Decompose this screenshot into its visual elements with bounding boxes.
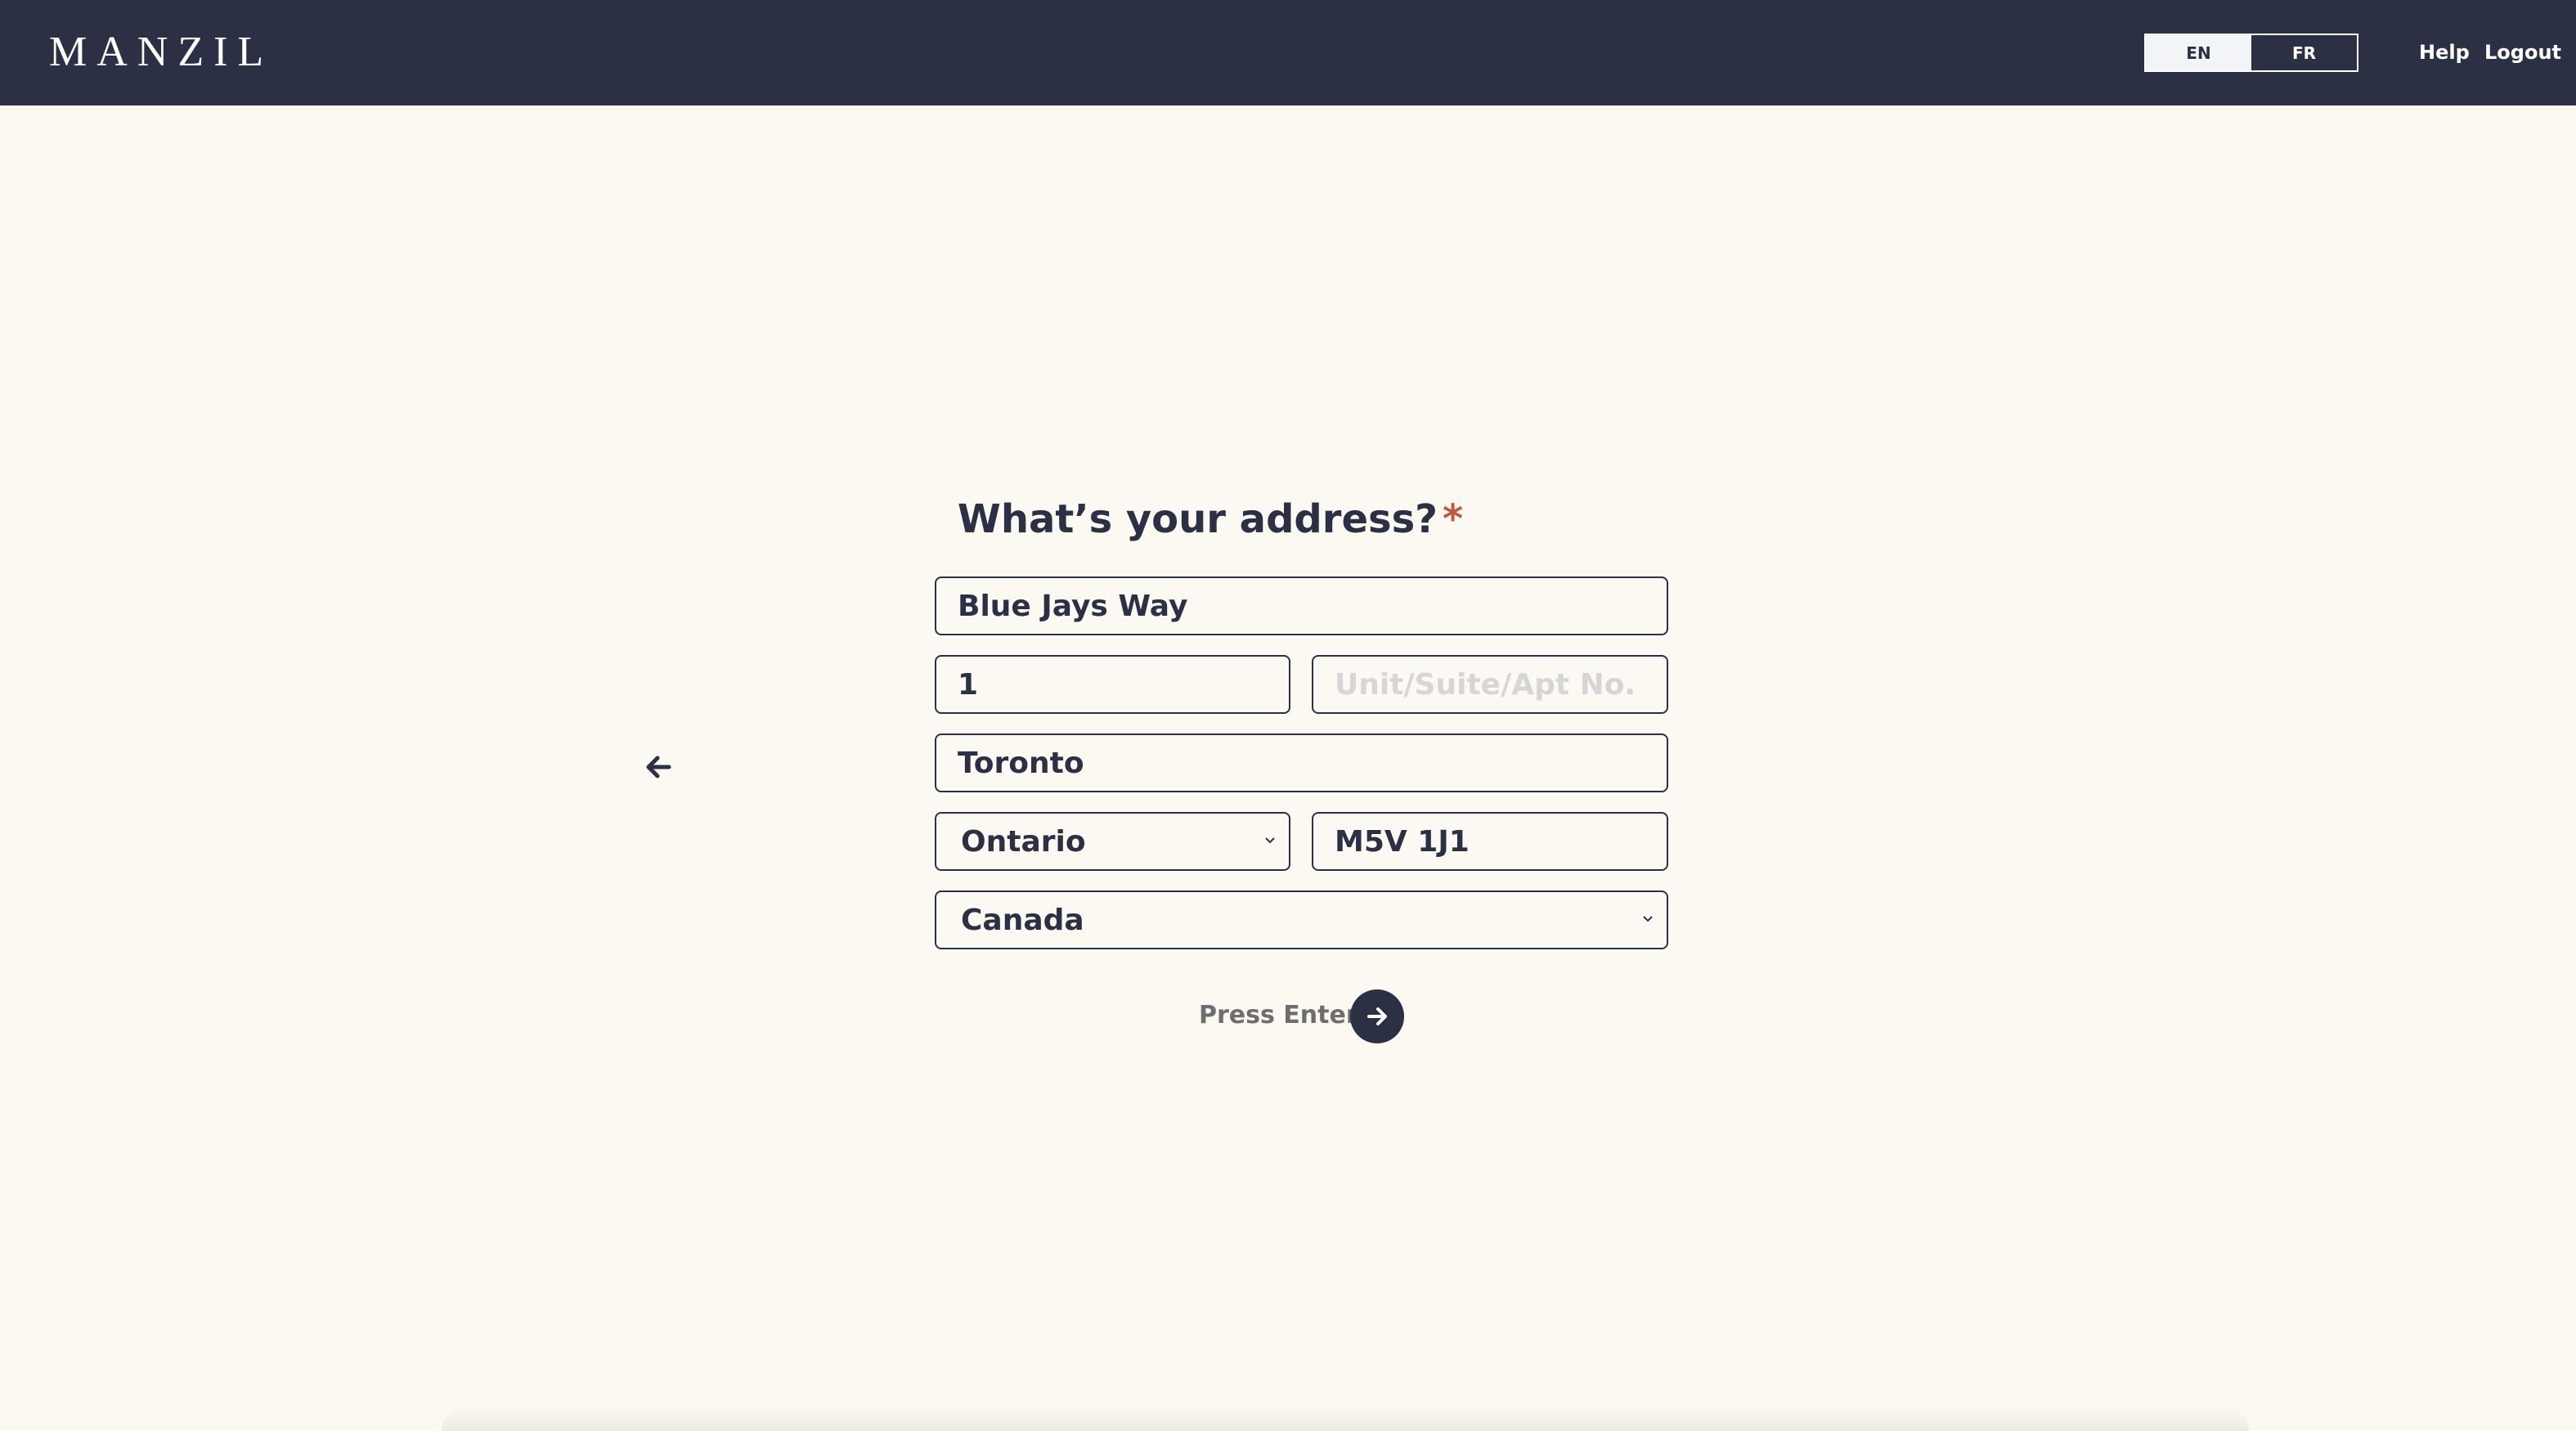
bottom-panel-shadow (442, 1406, 2249, 1431)
province-select[interactable]: Ontario (936, 814, 1289, 869)
street-input[interactable] (936, 578, 1667, 634)
question-title: What’s your address? * (900, 491, 1521, 548)
country-field: Canada (935, 890, 1668, 949)
top-navbar: MANZIL EN FR Help Logout (0, 0, 2576, 105)
city-field (935, 733, 1668, 792)
language-en-button[interactable]: EN (2146, 35, 2251, 70)
street-number-field (935, 655, 1290, 714)
language-toggle: EN FR (2144, 34, 2358, 72)
street-field (935, 576, 1668, 635)
logout-link[interactable]: Logout (2484, 36, 2561, 69)
logo[interactable]: MANZIL (49, 29, 273, 75)
street-number-input[interactable] (936, 657, 1289, 712)
arrow-left-icon[interactable] (640, 747, 679, 787)
city-input[interactable] (936, 735, 1667, 791)
arrow-right-icon (1367, 1007, 1387, 1025)
unit-input[interactable] (1313, 657, 1667, 712)
language-fr-button[interactable]: FR (2251, 35, 2357, 70)
help-link[interactable]: Help (2419, 36, 2470, 69)
required-asterisk: * (1443, 496, 1464, 542)
press-enter-hint: Press Enter (1199, 1001, 1358, 1030)
postal-code-input[interactable] (1313, 814, 1667, 869)
question-text: What’s your address? (957, 496, 1438, 542)
country-select[interactable]: Canada (936, 892, 1667, 948)
unit-field (1312, 655, 1668, 714)
submit-button[interactable] (1350, 989, 1404, 1043)
province-field: Ontario (935, 812, 1290, 871)
postal-code-field (1312, 812, 1668, 871)
